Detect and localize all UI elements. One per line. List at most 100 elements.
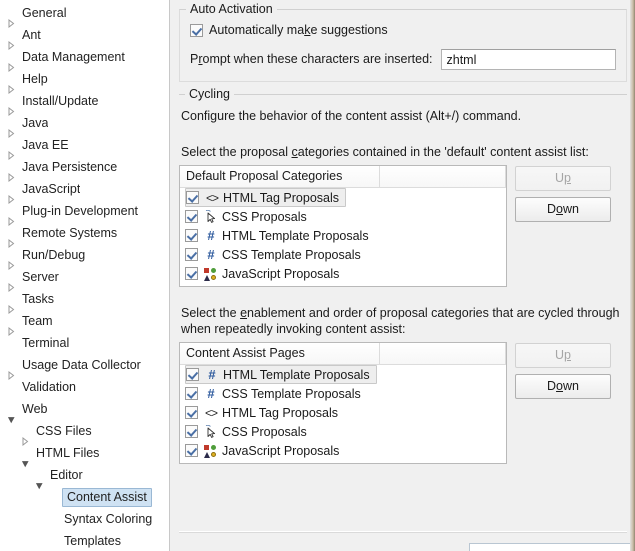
tree-item-label: Run/Debug — [22, 248, 86, 262]
table-row[interactable]: # HTML Template Proposals — [180, 226, 506, 245]
tree-item-content-assist[interactable]: Content Assist — [0, 486, 169, 508]
table-row-cell: # HTML Template Proposals — [185, 226, 375, 245]
cycle-up-button[interactable]: Up — [515, 343, 611, 368]
tree-item-java-ee[interactable]: Java EE — [0, 134, 169, 160]
row-checkbox[interactable] — [186, 368, 199, 381]
tree-item-label: Syntax Coloring — [64, 512, 153, 526]
prompt-chars-row[interactable]: Prompt when these characters are inserte… — [190, 47, 616, 71]
tree-item-css-files[interactable]: CSS Files — [0, 420, 169, 446]
row-checkbox[interactable] — [185, 248, 198, 261]
tree-item-remote-systems[interactable]: Remote Systems — [0, 222, 169, 248]
cycle-table-body[interactable]: # HTML Template Proposals # CSS Template Pr… — [180, 365, 506, 460]
javascript-icon — [202, 266, 220, 282]
preferences-tree-panel[interactable]: General Ant Data Management Help Install/Upd… — [0, 0, 170, 551]
table-row[interactable]: JavaScript Proposals — [180, 264, 506, 283]
tree-item-javascript[interactable]: JavaScript — [0, 178, 169, 204]
table-row[interactable]: CSS Proposals — [180, 207, 506, 226]
row-checkbox[interactable] — [185, 425, 198, 438]
auto-activation-group-title: Auto Activation — [186, 2, 277, 16]
tree-item-plug-in-development[interactable]: Plug-in Development — [0, 200, 169, 226]
tree-item-data-management[interactable]: Data Management — [0, 46, 169, 72]
tree-item-label: Install/Update — [22, 94, 99, 108]
row-checkbox[interactable] — [185, 267, 198, 280]
preferences-dialog: General Ant Data Management Help Install/Upd… — [0, 0, 635, 551]
cycle-list-instruction: Select the enablement and order of propo… — [181, 306, 620, 336]
tree-item-usage-data-collector[interactable]: Usage Data Collector — [0, 354, 169, 380]
cycling-description: Configure the behavior of the content as… — [181, 109, 522, 123]
table-row[interactable]: CSS Proposals — [180, 422, 506, 441]
tree-item-ant[interactable]: Ant — [0, 24, 169, 50]
auto-activation-group: Auto Activation Automatically make sugge… — [179, 2, 627, 82]
table-row[interactable]: # CSS Template Proposals — [180, 245, 506, 264]
tree-item-java-persistence[interactable]: Java Persistence — [0, 156, 169, 182]
hash-template-icon: # — [207, 385, 215, 401]
hash-template-icon: # — [207, 246, 215, 262]
auto-suggest-checkbox[interactable] — [190, 23, 203, 37]
table-row-cell: <> HTML Tag Proposals — [185, 403, 344, 422]
table-row-label: CSS Proposals — [222, 424, 307, 439]
default-up-button[interactable]: Up — [515, 166, 611, 191]
table-row[interactable]: <> HTML Tag Proposals — [180, 403, 506, 422]
cycle-table-column-header[interactable]: Content Assist Pages — [180, 343, 380, 364]
prompt-chars-input[interactable]: zhtml — [440, 48, 616, 70]
cycle-down-button[interactable]: Down — [515, 374, 611, 399]
javascript-icon — [202, 443, 220, 459]
tree-item-tasks[interactable]: Tasks — [0, 288, 169, 314]
tree-item-general[interactable]: General — [0, 2, 169, 28]
table-row-label: CSS Template Proposals — [222, 386, 361, 401]
tree-item-label: Data Management — [22, 50, 125, 64]
table-row[interactable]: <> HTML Tag Proposals — [180, 188, 506, 207]
cycle-table-column-header-2[interactable] — [380, 343, 506, 364]
tree-item-install-update[interactable]: Install/Update — [0, 90, 169, 116]
cycling-group-title: Cycling — [185, 87, 234, 101]
tree-item-team[interactable]: Team — [0, 310, 169, 336]
tree-item-label: General — [22, 6, 67, 20]
css-cursor-icon — [202, 209, 220, 225]
row-checkbox[interactable] — [185, 387, 198, 400]
tree-item-help[interactable]: Help — [0, 68, 169, 94]
tree-item-terminal[interactable]: Terminal — [0, 332, 169, 354]
table-row[interactable]: # HTML Template Proposals — [180, 365, 506, 384]
tree-item-label: Tasks — [22, 292, 54, 306]
tree-item-editor[interactable]: Editor — [0, 464, 169, 490]
table-row[interactable]: # CSS Template Proposals — [180, 384, 506, 403]
row-checkbox[interactable] — [185, 406, 198, 419]
table-row-label: HTML Template Proposals — [222, 228, 369, 243]
default-table-column-header[interactable]: Default Proposal Categories — [180, 166, 380, 187]
tree-item-label: Help — [22, 72, 48, 86]
tree-item-validation[interactable]: Validation — [0, 376, 169, 398]
default-table-column-header-2[interactable] — [380, 166, 506, 187]
default-proposal-categories-table[interactable]: Default Proposal Categories <> HTML Tag P… — [179, 165, 507, 287]
tree-item-templates[interactable]: Templates — [0, 530, 169, 551]
content-assist-pages-table[interactable]: Content Assist Pages # HTML Template Prop… — [179, 342, 507, 464]
angle-brackets-icon: <> — [204, 405, 218, 420]
tree-item-label: Java Persistence — [22, 160, 118, 174]
default-list-buttons: Up Down — [515, 165, 611, 228]
tree-item-label: Terminal — [22, 336, 70, 350]
tree-item-web[interactable]: Web — [0, 398, 169, 424]
tree-item-label: Team — [22, 314, 53, 328]
table-row-cell: CSS Proposals — [185, 422, 313, 441]
tree-item-java[interactable]: Java — [0, 112, 169, 138]
row-checkbox[interactable] — [186, 191, 199, 204]
row-checkbox[interactable] — [185, 229, 198, 242]
content-assist-page: Auto Activation Automatically make sugge… — [170, 0, 635, 551]
tree-item-label: Java EE — [22, 138, 69, 152]
table-row[interactable]: JavaScript Proposals — [180, 441, 506, 460]
default-table-body[interactable]: <> HTML Tag Proposals CSS Proposals # HTML T… — [180, 188, 506, 283]
auto-suggest-checkbox-row[interactable]: Automatically make suggestions — [190, 21, 616, 39]
row-checkbox[interactable] — [185, 210, 198, 223]
tree-item-syntax-coloring[interactable]: Syntax Coloring — [0, 508, 169, 530]
prompt-chars-label: Prompt when these characters are inserte… — [190, 52, 433, 66]
table-row-cell: # HTML Template Proposals — [185, 365, 377, 384]
tree-item-server[interactable]: Server — [0, 266, 169, 292]
tree-item-run-debug[interactable]: Run/Debug — [0, 244, 169, 270]
tree-item-label: Content Assist — [62, 487, 152, 507]
angle-brackets-icon: <> — [205, 190, 219, 205]
tree-item-html-files[interactable]: HTML Files — [0, 442, 169, 468]
preferences-tree[interactable]: General Ant Data Management Help Install/Upd… — [0, 0, 169, 551]
tree-item-label: Plug-in Development — [22, 204, 139, 218]
row-checkbox[interactable] — [185, 444, 198, 457]
default-down-button[interactable]: Down — [515, 197, 611, 222]
table-row-label: JavaScript Proposals — [222, 443, 340, 458]
